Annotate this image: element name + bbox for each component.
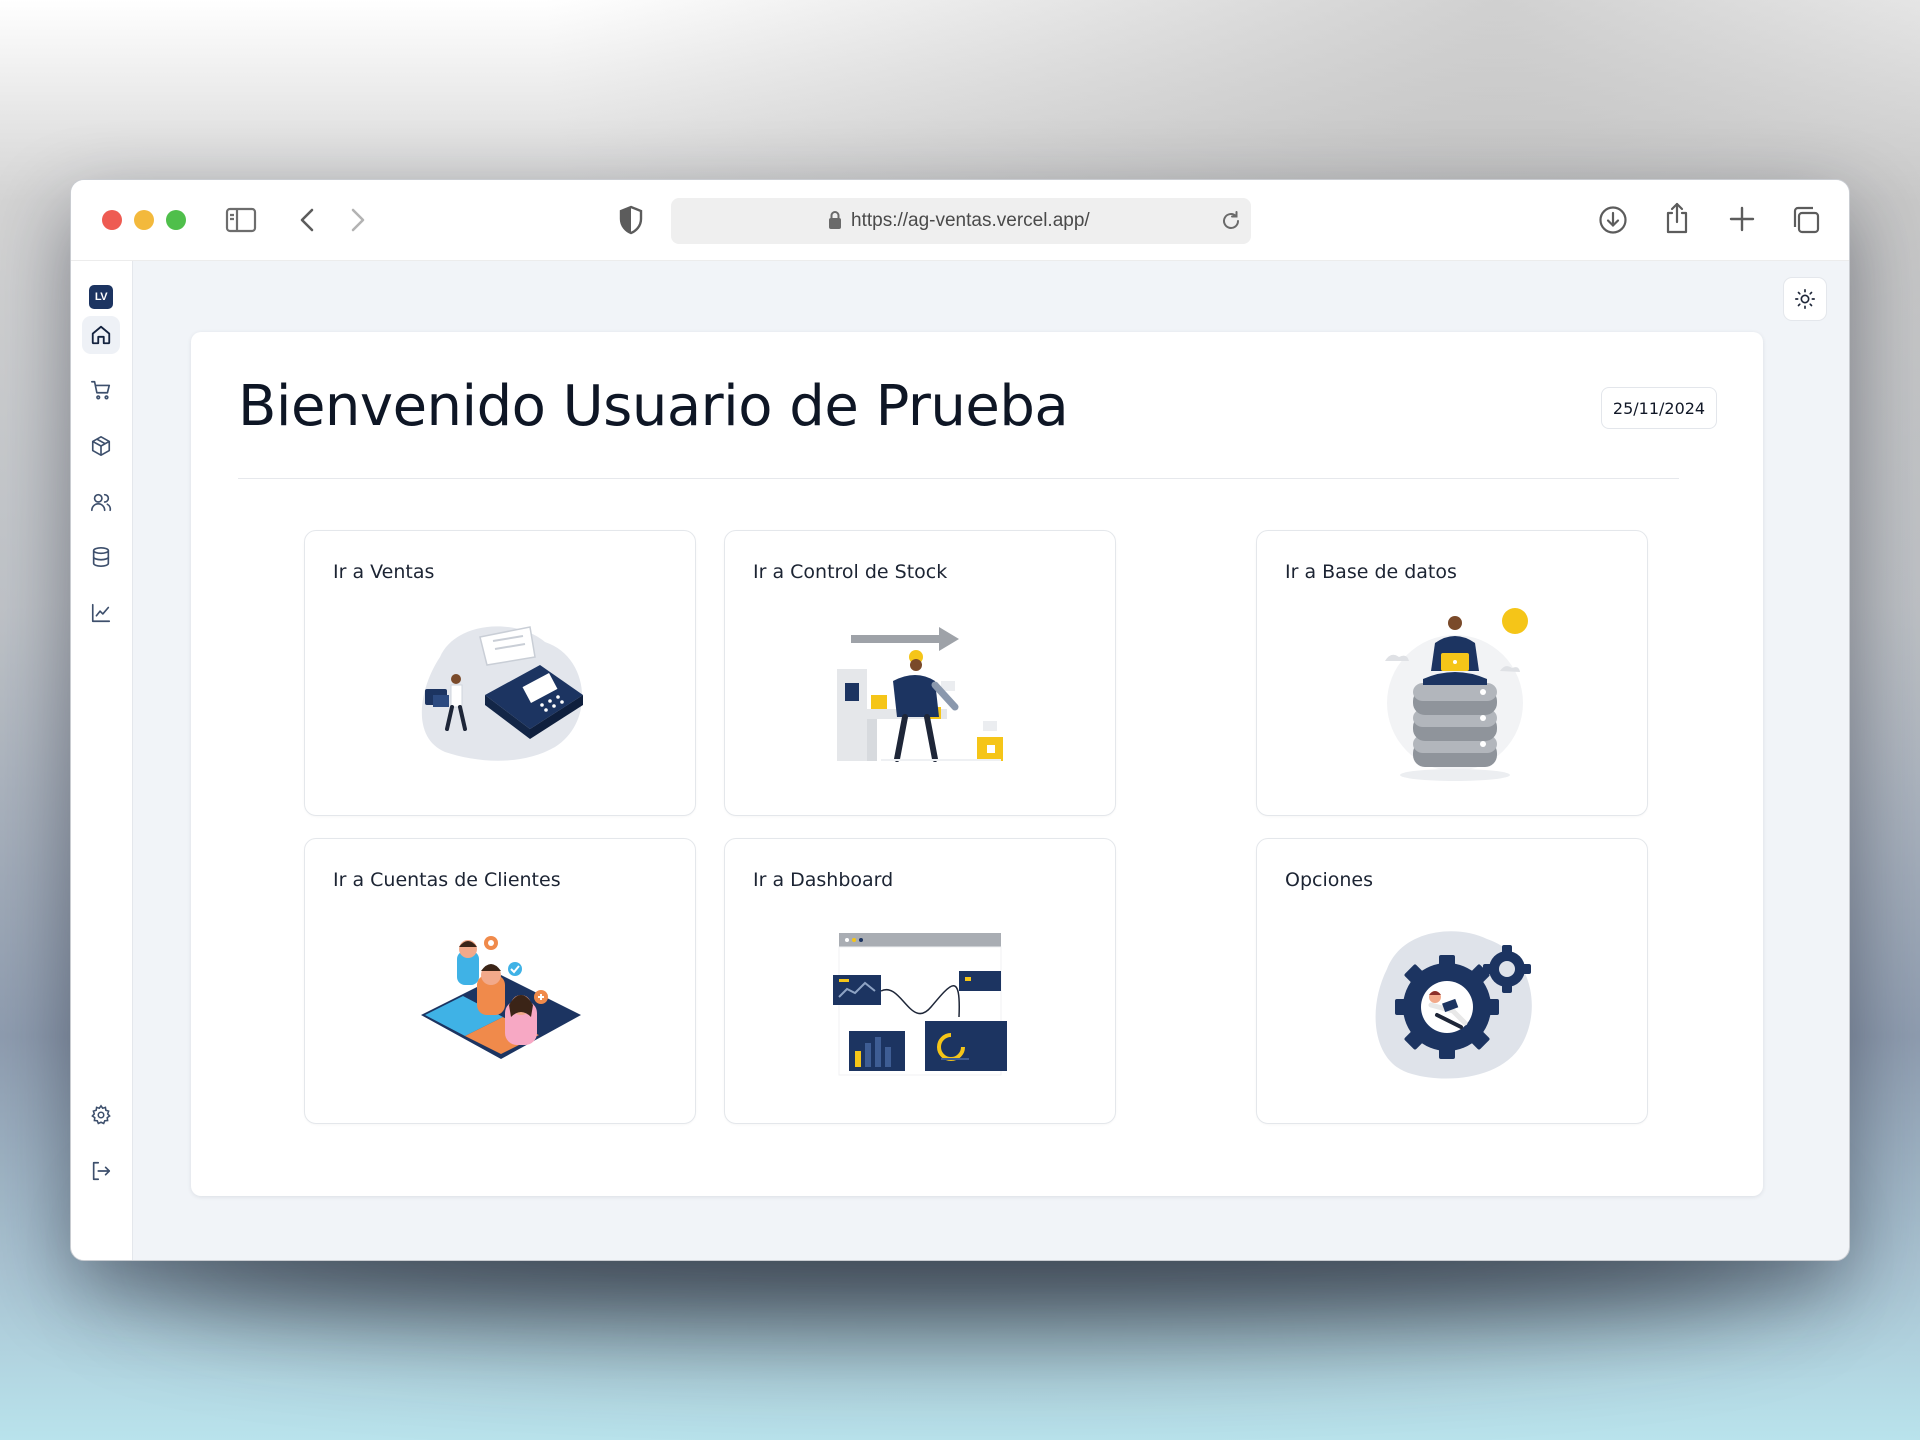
minimize-window-button[interactable] — [134, 210, 154, 230]
browser-window: https://ag-ventas.vercel.app/ LV Bienven… — [70, 179, 1850, 1261]
forward-icon[interactable] — [346, 205, 370, 235]
nav-stock[interactable] — [82, 427, 120, 465]
tile-label: Ir a Ventas — [333, 561, 435, 583]
new-tab-icon[interactable] — [1727, 204, 1757, 234]
tile-ventas[interactable]: Ir a Ventas — [304, 530, 696, 816]
gear-icon — [91, 1104, 111, 1125]
nav-sales[interactable] — [82, 371, 120, 409]
header-divider — [238, 478, 1679, 479]
theme-toggle-button[interactable] — [1783, 277, 1827, 321]
home-icon — [91, 325, 111, 345]
page-title: Bienvenido Usuario de Prueba — [238, 374, 1069, 439]
database-server-illustration — [1385, 608, 1528, 781]
nav-logout[interactable] — [82, 1152, 120, 1190]
database-icon — [92, 547, 110, 567]
address-bar[interactable]: https://ag-ventas.vercel.app/ — [671, 198, 1251, 244]
tile-dashboard[interactable]: Ir a Dashboard — [724, 838, 1116, 1124]
reload-icon[interactable] — [1219, 209, 1243, 237]
box-icon — [91, 436, 111, 456]
payment-terminal-illustration — [421, 626, 583, 761]
lock-icon — [827, 210, 843, 234]
cart-icon — [91, 380, 111, 400]
nav-database[interactable] — [82, 538, 120, 576]
nav-dashboard[interactable] — [82, 594, 120, 632]
date-badge: 25/11/2024 — [1601, 387, 1717, 429]
sun-icon — [1795, 289, 1815, 309]
browser-toolbar: https://ag-ventas.vercel.app/ — [71, 180, 1849, 261]
download-icon[interactable] — [1597, 204, 1629, 236]
chart-line-icon — [91, 603, 111, 623]
url-text: https://ag-ventas.vercel.app/ — [851, 210, 1090, 231]
dashboard-charts-illustration — [833, 933, 1007, 1076]
settings-gears-illustration — [1375, 931, 1532, 1079]
logout-icon — [92, 1161, 111, 1181]
tile-label: Ir a Dashboard — [753, 869, 894, 891]
sidebar-toggle-icon[interactable] — [225, 206, 257, 234]
tile-label: Ir a Base de datos — [1285, 561, 1457, 583]
tile-label: Ir a Cuentas de Clientes — [333, 869, 561, 891]
close-window-button[interactable] — [102, 210, 122, 230]
tile-label: Ir a Control de Stock — [753, 561, 948, 583]
users-icon — [91, 493, 112, 512]
tile-control-stock[interactable]: Ir a Control de Stock — [724, 530, 1116, 816]
back-icon[interactable] — [295, 205, 319, 235]
app-logo[interactable]: LV — [89, 285, 113, 309]
tile-cuentas-clientes[interactable]: Ir a Cuentas de Clientes — [304, 838, 696, 1124]
nav-home[interactable] — [82, 316, 120, 354]
share-icon[interactable] — [1662, 200, 1692, 236]
shield-icon[interactable] — [617, 204, 645, 236]
tabs-overview-icon[interactable] — [1790, 204, 1822, 236]
tile-label: Opciones — [1285, 869, 1373, 891]
app-sidebar: LV — [71, 261, 133, 1260]
tile-base-datos[interactable]: Ir a Base de datos — [1256, 530, 1648, 816]
tile-opciones[interactable]: Opciones — [1256, 838, 1648, 1124]
nav-customers[interactable] — [82, 483, 120, 521]
customer-profiles-illustration — [421, 936, 581, 1059]
nav-settings[interactable] — [82, 1096, 120, 1134]
warehouse-worker-illustration — [837, 627, 1003, 762]
maximize-window-button[interactable] — [166, 210, 186, 230]
main-card: Bienvenido Usuario de Prueba 25/11/2024 … — [191, 332, 1763, 1196]
